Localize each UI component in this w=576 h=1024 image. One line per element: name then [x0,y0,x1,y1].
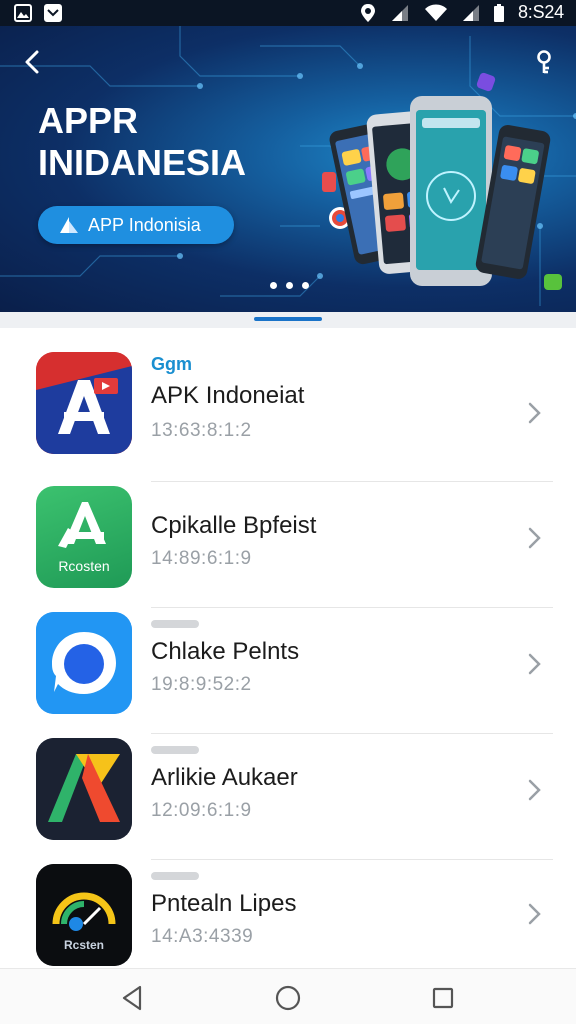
gauge-logo-icon: Rcsten [36,864,132,966]
app-meta: 13:63:8:1:2 [151,420,252,441]
status-bar: 8:S24 [0,0,576,26]
hero-cta-label: APP Indonisia [88,214,201,235]
chevron-right-icon [528,779,541,801]
carousel-dots [270,282,309,289]
app-name: Arlikie Aukaer [151,764,298,791]
carousel-dot[interactable] [302,282,309,289]
carousel-dot[interactable] [286,282,293,289]
hero-title-line1: APPR [38,100,139,141]
list-item[interactable]: Ggm APK Indoneiat 13:63:8:1:2 [0,328,576,482]
tab-indicator [254,317,322,321]
red-blue-a-icon [36,352,132,454]
app-name: Pntealn Lipes [151,890,297,917]
triangle-logo-icon [36,738,132,840]
back-button[interactable] [14,44,50,80]
chevron-right-icon [528,527,541,549]
hero-title: APPR INIDANESIA [38,100,298,184]
signal-icon [391,4,408,21]
status-time: 8:S24 [517,2,564,22]
battery-icon [493,3,504,22]
list-item[interactable]: Rcosten Cpikalle Bpfeist 14:89:6:1:9 [0,482,576,608]
app-meta: 19:8:9:52:2 [151,674,252,695]
app-name: APK Indoneiat [151,382,305,409]
app-tag: Ggm [151,354,193,374]
chevron-right-icon [528,402,541,424]
hero-banner[interactable]: APPR INIDANESIA APP Indonisia [0,26,576,312]
app-name: Cpikalle Bpfeist [151,512,317,539]
app-meta: 14:A3:4339 [151,926,254,947]
system-nav-bar [0,968,576,1024]
wifi-icon [424,4,447,21]
status-right-icons: 8:S24 [360,2,564,23]
hero-title-line2: INIDANESIA [38,142,247,183]
signal-icon-2 [462,4,479,21]
app-name: Chlake Pelnts [151,638,300,665]
chevron-right-icon [528,653,541,675]
app-icon-label: Rcsten [63,938,104,952]
chevron-left-icon [25,50,39,74]
back-triangle-icon[interactable] [118,983,148,1013]
placeholder-bar [151,872,199,880]
phones-illustration [322,72,562,290]
app-icon-label: Rcosten [58,558,110,574]
app-store-icon [60,217,78,233]
app-meta: 14:89:6:1:9 [151,548,252,569]
carousel-dot[interactable] [270,282,277,289]
list-item[interactable]: Arlikie Aukaer 12:09:6:1:9 [0,734,576,860]
status-left-icons [14,4,62,22]
mail-icon [44,4,62,22]
list-item[interactable]: Chlake Pelnts 19:8:9:52:2 [0,608,576,734]
location-icon [360,3,375,22]
placeholder-bar [151,746,199,754]
app-meta: 12:09:6:1:9 [151,800,252,821]
blue-circle-icon [36,612,132,714]
recents-square-icon[interactable] [428,983,458,1013]
chevron-right-icon [528,903,541,925]
app-list: Ggm APK Indoneiat 13:63:8:1:2 Rcosten Cp… [0,328,576,968]
home-circle-icon[interactable] [273,983,303,1013]
gallery-icon [14,4,32,22]
hero-cta-button[interactable]: APP Indonisia [38,206,234,244]
green-a-icon: Rcosten [36,486,132,588]
placeholder-bar [151,620,199,628]
